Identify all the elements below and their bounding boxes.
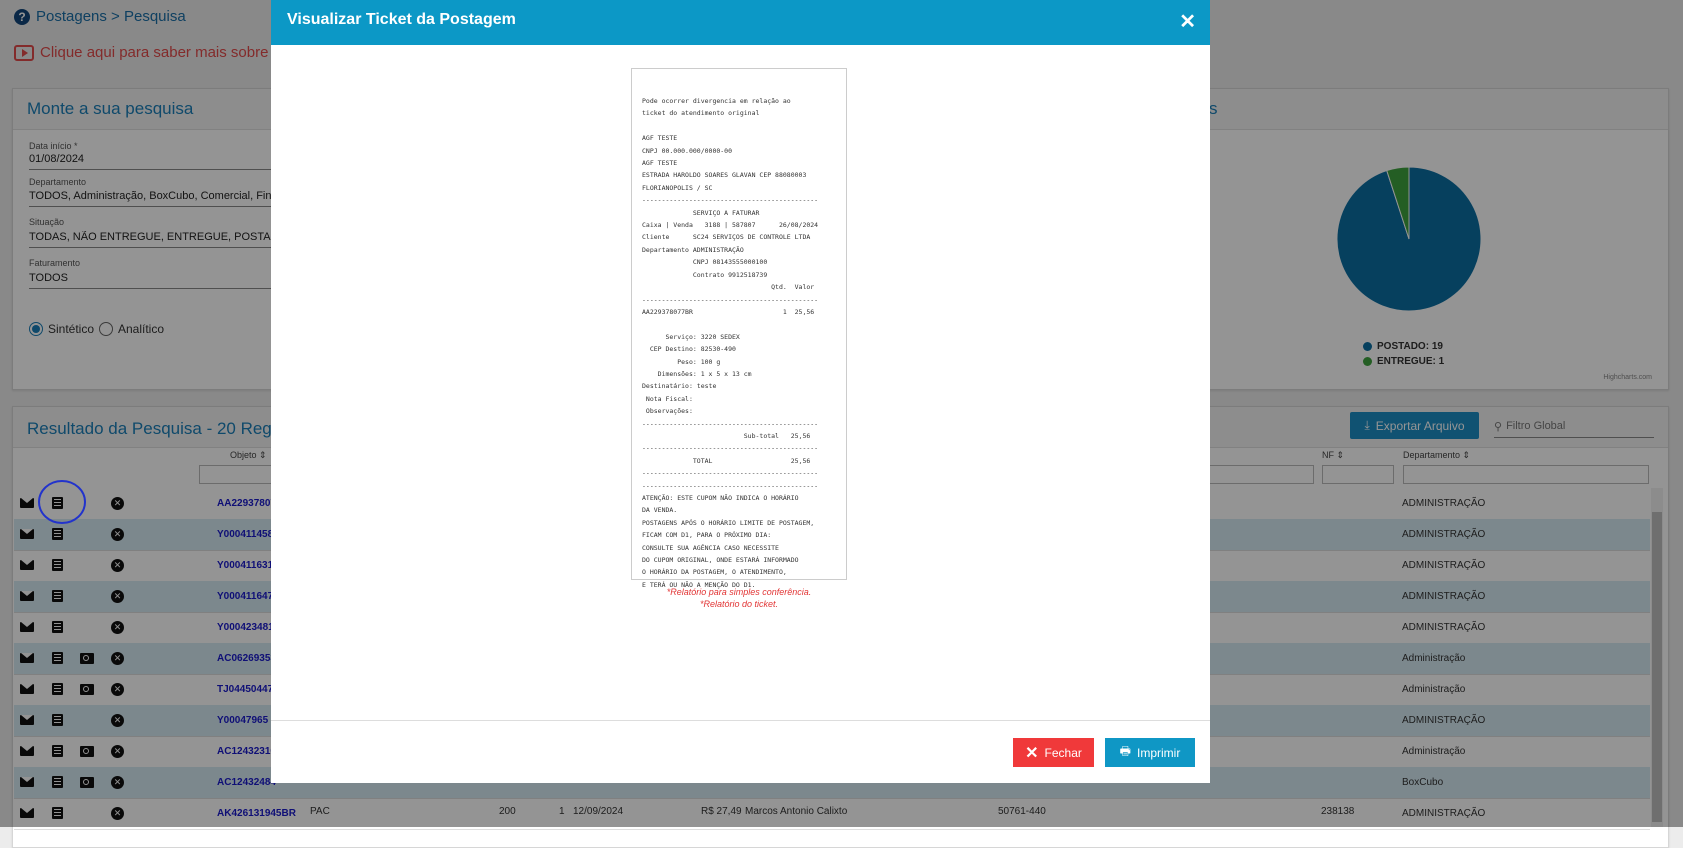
ticket-receipt: Pode ocorrer divergencia em relação ao t…: [631, 68, 847, 589]
close-icon[interactable]: ✕: [1179, 9, 1196, 34]
print-button-label: Imprimir: [1137, 745, 1181, 760]
close-button-label: Fechar: [1044, 745, 1082, 760]
annotation-circle: [38, 480, 86, 524]
print-button[interactable]: 🖶 Imprimir: [1105, 738, 1195, 767]
modal-title: Visualizar Ticket da Postagem: [287, 11, 516, 28]
close-button[interactable]: ✕ Fechar: [1013, 738, 1094, 767]
modal-header: Visualizar Ticket da Postagem ✕: [271, 0, 1210, 45]
printer-icon: 🖶: [1119, 744, 1131, 758]
modal-footer-divider: [271, 720, 1210, 721]
x-icon: ✕: [1025, 744, 1039, 762]
ticket-text: Pode ocorrer divergencia em relação ao t…: [642, 97, 819, 589]
ticket-modal: Visualizar Ticket da Postagem ✕ Pode oco…: [271, 0, 1210, 783]
ticket-note-2: *Relatório do ticket.: [699, 599, 779, 609]
ticket-note-1: *Relatório para simples conferência.: [666, 587, 812, 597]
